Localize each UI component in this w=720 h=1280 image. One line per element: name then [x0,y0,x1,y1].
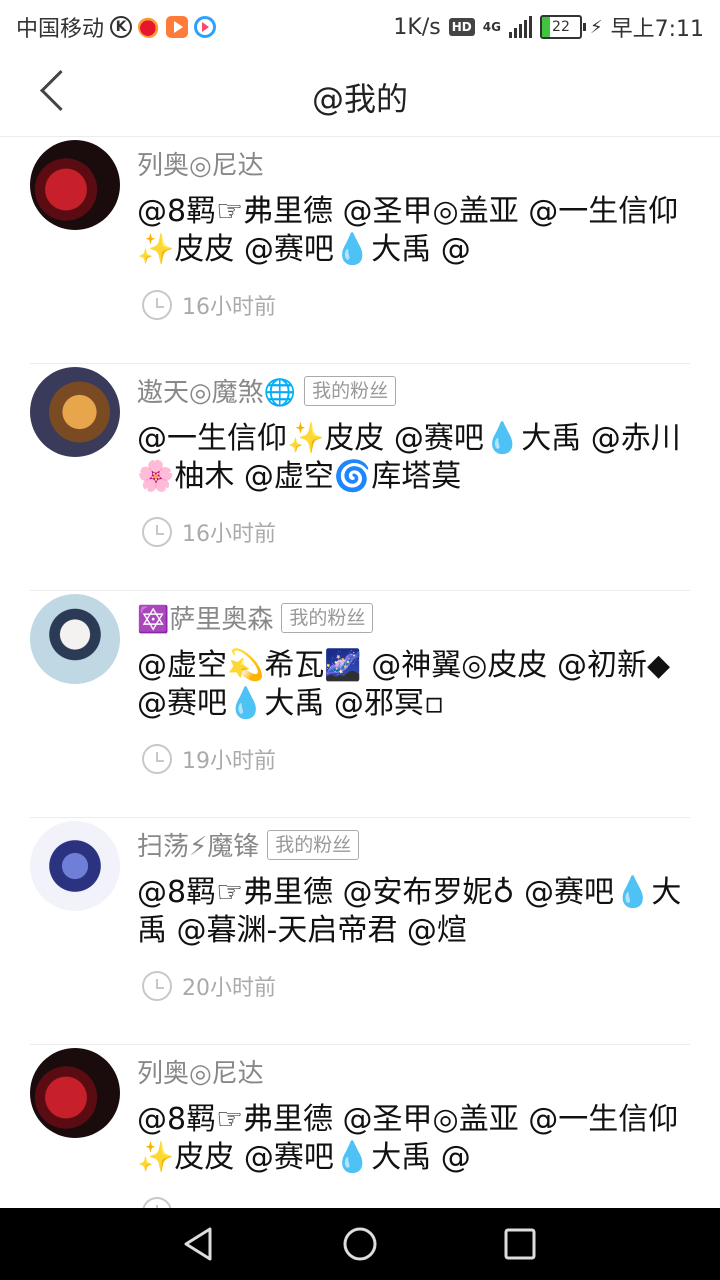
mention-content: @8羁☞弗里德 @安布罗妮♁ @赛吧💧大禹 @暮渊-天启帝君 @煊 [137,875,682,948]
top-nav-bar: @我的 [0,50,720,137]
player-app-icon [194,16,217,38]
username-text: 扫荡⚡魔锋 [137,832,260,862]
fan-badge: 我的粉丝 [281,602,374,633]
clock-icon [142,744,172,774]
username[interactable]: 列奥◎尼达 [137,145,264,182]
status-right: 1K/s HD 4G 22 ⚡ 早上7:11 [393,11,704,43]
mention-content: @一生信仰✨皮皮 @赛吧💧大禹 @赤川🌸柚木 @虚空🌀库塔莫 [137,421,681,494]
time-text: 20小时前 [182,976,276,1001]
avatar[interactable] [30,821,120,911]
timestamp: 16小时前 [142,289,276,321]
clock-icon [142,290,172,320]
k-app-icon: K [110,16,133,38]
clock-time: 早上7:11 [610,17,704,42]
time-text: 16小时前 [182,295,276,320]
network-speed: 1K/s [393,14,441,40]
hd-icon: HD [448,18,475,36]
timestamp: 16小时前 [142,516,276,548]
video-app-icon [166,16,189,38]
username[interactable]: 🔯萨里奥森 我的粉丝 [137,599,374,636]
weibo-icon [138,16,161,38]
fan-badge: 我的粉丝 [304,375,397,406]
status-left: 中国移动 K [16,11,217,43]
username-text: 🔯萨里奥森 [137,605,274,635]
system-recents-button[interactable] [500,1224,540,1264]
mention-item[interactable]: 🔯萨里奥森 我的粉丝 @虚空💫希瓦🌌 @神翼◎皮皮 @初新◆ @赛吧💧大禹 @邪… [0,591,720,818]
mention-item[interactable]: 列奥◎尼达 @8羁☞弗里德 @圣甲◎盖亚 @一生信仰✨皮皮 @赛吧💧大禹 @ 1… [0,137,720,364]
clock-icon [142,517,172,547]
mention-content: @8羁☞弗里德 @圣甲◎盖亚 @一生信仰✨皮皮 @赛吧💧大禹 @ [137,1102,679,1175]
status-bar: 中国移动 K 1K/s HD 4G 22 ⚡ 早上7:11 [0,0,720,50]
system-nav-bar [0,1208,720,1280]
system-home-button[interactable] [340,1224,380,1264]
username-text: 遨天◎魔煞🌐 [137,378,297,408]
username[interactable]: 列奥◎尼达 [137,1053,264,1090]
username-text: 列奥◎尼达 [137,151,264,181]
time-text: 16小时前 [182,522,276,547]
mention-item[interactable]: 扫荡⚡魔锋 我的粉丝 @8羁☞弗里德 @安布罗妮♁ @赛吧💧大禹 @暮渊-天启帝… [0,818,720,1045]
avatar[interactable] [30,1048,120,1138]
avatar[interactable] [30,594,120,684]
username[interactable]: 扫荡⚡魔锋 我的粉丝 [137,826,360,863]
clock-icon [142,971,172,1001]
avatar[interactable] [30,367,120,457]
circle-home-icon [343,1227,377,1261]
avatar[interactable] [30,140,120,230]
username-text: 列奥◎尼达 [137,1059,264,1089]
signal-icon [508,16,532,38]
timestamp: 20小时前 [142,970,276,1002]
mention-content: @8羁☞弗里德 @圣甲◎盖亚 @一生信仰✨皮皮 @赛吧💧大禹 @ [137,194,679,267]
time-text: 19小时前 [182,749,276,774]
page-title: @我的 [311,80,408,118]
network-type: 4G [482,20,501,34]
system-back-button[interactable] [180,1224,220,1264]
carrier-label: 中国移动 [16,17,105,42]
mention-content: @虚空💫希瓦🌌 @神翼◎皮皮 @初新◆ @赛吧💧大禹 @邪冥▫ [137,648,671,721]
mention-item[interactable]: 遨天◎魔煞🌐 我的粉丝 @一生信仰✨皮皮 @赛吧💧大禹 @赤川🌸柚木 @虚空🌀库… [0,364,720,591]
triangle-back-icon [184,1227,212,1261]
fan-badge: 我的粉丝 [267,829,360,860]
battery-level: 22 [552,19,570,35]
battery-icon: 22 [539,15,586,39]
username[interactable]: 遨天◎魔煞🌐 我的粉丝 [137,372,397,409]
charging-icon: ⚡ [589,16,603,38]
square-recents-icon [504,1228,536,1260]
timestamp: 19小时前 [142,743,276,775]
mention-list: 列奥◎尼达 @8羁☞弗里德 @圣甲◎盖亚 @一生信仰✨皮皮 @赛吧💧大禹 @ 1… [0,137,720,1272]
